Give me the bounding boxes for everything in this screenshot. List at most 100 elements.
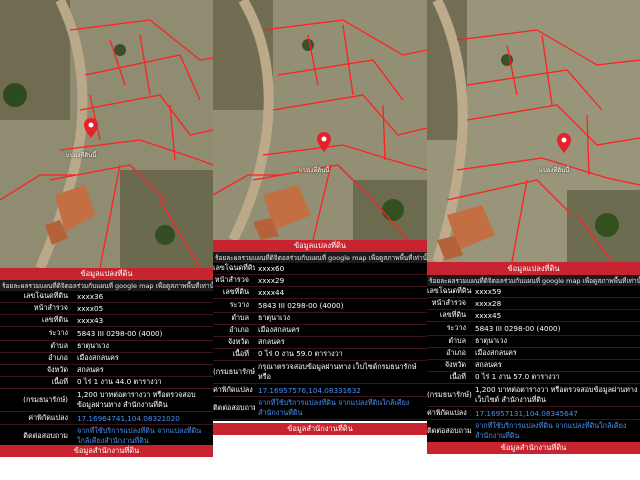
land-office-button[interactable]: ข้อมูลสำนักงานที่ดิน (427, 442, 640, 454)
coordinates-link[interactable]: 17.16957576,104.08331632 (255, 386, 427, 395)
row-label: ระวาง (446, 323, 466, 332)
row-label: เลขโฉนดที่ดิน (213, 263, 255, 272)
row-label: เลขที่ดิน (439, 310, 466, 319)
coordinates-link[interactable]: 17.16964741,104.08321020 (74, 414, 213, 423)
row-value: xxxx44 (258, 288, 285, 297)
row-label: ติดต่อสอบถาม (213, 402, 255, 412)
row-value: 5843 III 0298-00 (4000) (77, 329, 163, 338)
row-label: ค่าพิกัดแปลง (427, 407, 467, 417)
row-label: จังหวัด (46, 365, 68, 374)
row-value: สกลนคร (475, 360, 502, 369)
satellite-map-2[interactable]: แปลงที่ดินนี้ (213, 0, 427, 240)
parcel-label: แปลงที่ดินนี้ (299, 167, 330, 174)
row-value: xxxx28 (475, 299, 502, 308)
row-value: xxxx05 (77, 304, 104, 313)
row-label: หน้าสำรวจ (214, 275, 249, 284)
row-label: (กรมธนารักษ์) (23, 394, 68, 404)
disclaimer-note: ร้อยละผลรวมแผนที่ดิจิตอลร่วมกับแผนที่ go… (0, 280, 213, 291)
row-value: ธาตุนาเวง (258, 313, 291, 322)
table-row: เนื้อที่ 0 ไร่ 1 งาน 57.0 ตารางวา (427, 372, 640, 384)
row-label: ระวาง (48, 328, 68, 337)
row-value: xxxx60 (258, 264, 285, 273)
table-row: ตำบล ธาตุนาเวง (427, 336, 640, 348)
row-value: สกลนคร (77, 365, 104, 374)
table-row: จังหวัด สกลนคร (213, 337, 427, 349)
land-office-button[interactable]: ข้อมูลสำนักงานที่ดิน (0, 445, 213, 457)
table-row: เนื้อที่ 0 ไร่ 0 งาน 59.0 ตารางวา (213, 349, 427, 361)
table-row: หน้าสำรวจ xxxx29 (213, 275, 427, 287)
row-label: (กรมธนารักษ์) (427, 389, 472, 399)
table-row: เลขโฉนดที่ดิน xxxx60 (213, 263, 427, 275)
row-value: 0 ไร่ 0 งาน 59.0 ตารางวา (258, 349, 343, 358)
coordinates-link[interactable]: 17.16957131,104.08345647 (472, 409, 640, 418)
parcel-info-header: ข้อมูลแปลงที่ดิน (213, 240, 427, 252)
table-row: เลขโฉนดที่ดิน xxxx59 (427, 286, 640, 298)
parcel-label: แปลงที่ดินนี้ (539, 167, 570, 174)
row-label: อำเภอ (446, 348, 466, 357)
table-row: ตำบล ธาตุนาเวง (213, 313, 427, 325)
disclaimer-note: ร้อยละผลรวมแผนที่ดิจิตอลร่วมกับแผนที่ go… (213, 252, 427, 263)
disclaimer-note: ร้อยละผลรวมแผนที่ดิจิตอลร่วมกับแผนที่ go… (427, 275, 640, 286)
row-value: ธาตุนาเวง (475, 336, 508, 345)
table-row: เลขที่ดิน xxxx45 (427, 310, 640, 322)
table-row: อำเภอ เมืองสกลนคร (427, 348, 640, 360)
row-label: จังหวัด (444, 360, 466, 369)
land-office-button[interactable]: ข้อมูลสำนักงานที่ดิน (213, 423, 427, 435)
row-label: เลขโฉนดที่ดิน (427, 286, 472, 295)
parcel-info-header: ข้อมูลแปลงที่ดิน (0, 268, 213, 280)
row-value: 0 ไร่ 1 งาน 44.0 ตารางวา (77, 377, 162, 386)
row-label: เนื้อที่ (449, 372, 466, 381)
satellite-map-1[interactable]: แปลงที่ดินนี้ (0, 0, 213, 268)
contact-link[interactable]: จากที่ใช้บริการแปลงที่ดิน จากแปลงที่ดินใ… (255, 398, 427, 418)
contact-link[interactable]: จากที่ใช้บริการแปลงที่ดิน จากแปลงที่ดินใ… (472, 421, 640, 441)
table-row: หน้าสำรวจ xxxx28 (427, 298, 640, 310)
row-value: กรุณาตรวจสอบข้อมูลผ่านทาง เว็บไซต์กรมธนา… (258, 362, 417, 381)
land-info-panel-1: แปลงที่ดินนี้ ข้อมูลแปลงที่ดิน ร้อยละผลร… (0, 0, 213, 480)
land-info-panel-3: แปลงที่ดินนี้ ข้อมูลแปลงที่ดิน ร้อยละผลร… (427, 0, 640, 480)
row-label: ค่าพิกัดแปลง (213, 384, 253, 394)
row-label: ติดต่อสอบถาม (427, 425, 472, 435)
map-pin-icon[interactable] (317, 132, 331, 152)
table-row: ติดต่อสอบถาม จากที่ใช้บริการแปลงที่ดิน จา… (427, 420, 640, 443)
parcel-label: แปลงที่ดินนี้ (66, 152, 97, 159)
row-value: เมืองสกลนคร (258, 325, 300, 334)
row-value: xxxx29 (258, 276, 285, 285)
row-value: ธาตุนาเวง (77, 341, 110, 350)
row-label: เลขที่ดิน (41, 315, 68, 324)
table-row: (กรมธนารักษ์) 1,200 บาทต่อตารางวา หรือตรว… (0, 389, 213, 412)
row-label: หน้าสำรวจ (431, 298, 466, 307)
row-label: ติดต่อสอบถาม (23, 430, 68, 440)
parcel-info-table: เลขโฉนดที่ดิน xxxx36 หน้าสำรวจ xxxx05 เลขท… (0, 291, 213, 448)
row-label: หน้าสำรวจ (33, 303, 68, 312)
row-value: 5843 III 0298-00 (4000) (258, 301, 344, 310)
row-label: เลขโฉนดที่ดิน (23, 291, 68, 300)
table-row: เลขที่ดิน xxxx44 (213, 287, 427, 299)
table-row: จังหวัด สกลนคร (427, 360, 640, 372)
row-label: อำเภอ (229, 325, 249, 334)
row-label: จังหวัด (227, 337, 249, 346)
row-value: 0 ไร่ 1 งาน 57.0 ตารางวา (475, 372, 560, 381)
table-row: หน้าสำรวจ xxxx05 (0, 303, 213, 315)
contact-link[interactable]: จากที่ใช้บริการแปลงที่ดิน จากแปลงที่ดินใ… (74, 426, 213, 446)
table-row: (กรมธนารักษ์) กรุณาตรวจสอบข้อมูลผ่านทาง เ… (213, 361, 427, 384)
row-label: ค่าพิกัดแปลง (28, 412, 68, 422)
row-label: ตำบล (231, 313, 249, 322)
table-row: อำเภอ เมืองสกลนคร (213, 325, 427, 337)
row-label: เลขที่ดิน (222, 287, 249, 296)
map-pin-icon[interactable] (84, 118, 98, 138)
land-info-panel-2: แปลงที่ดินนี้ ข้อมูลแปลงที่ดิน ร้อยละผลร… (213, 0, 427, 480)
row-value: เมืองสกลนคร (475, 348, 517, 357)
row-value: 1,200 บาทต่อตารางวา หรือตรวจสอบข้อมูลผ่า… (475, 385, 638, 404)
table-row: จังหวัด สกลนคร (0, 365, 213, 377)
row-value: 1,200 บาทต่อตารางวา หรือตรวจสอบข้อมูลผ่า… (77, 390, 196, 409)
table-row: ระวาง 5843 III 0298-00 (4000) (427, 322, 640, 336)
table-row: ระวาง 5843 III 0298-00 (4000) (0, 327, 213, 341)
row-label: ตำบล (50, 341, 68, 350)
row-value: xxxx43 (77, 316, 104, 325)
row-value: xxxx36 (77, 292, 104, 301)
map-pin-icon[interactable] (557, 133, 571, 153)
row-label: เนื้อที่ (232, 349, 249, 358)
satellite-map-3[interactable]: แปลงที่ดินนี้ (427, 0, 640, 262)
parcel-info-table: เลขโฉนดที่ดิน xxxx59 หน้าสำรวจ xxxx28 เลขท… (427, 286, 640, 443)
table-row: ระวาง 5843 III 0298-00 (4000) (213, 299, 427, 313)
